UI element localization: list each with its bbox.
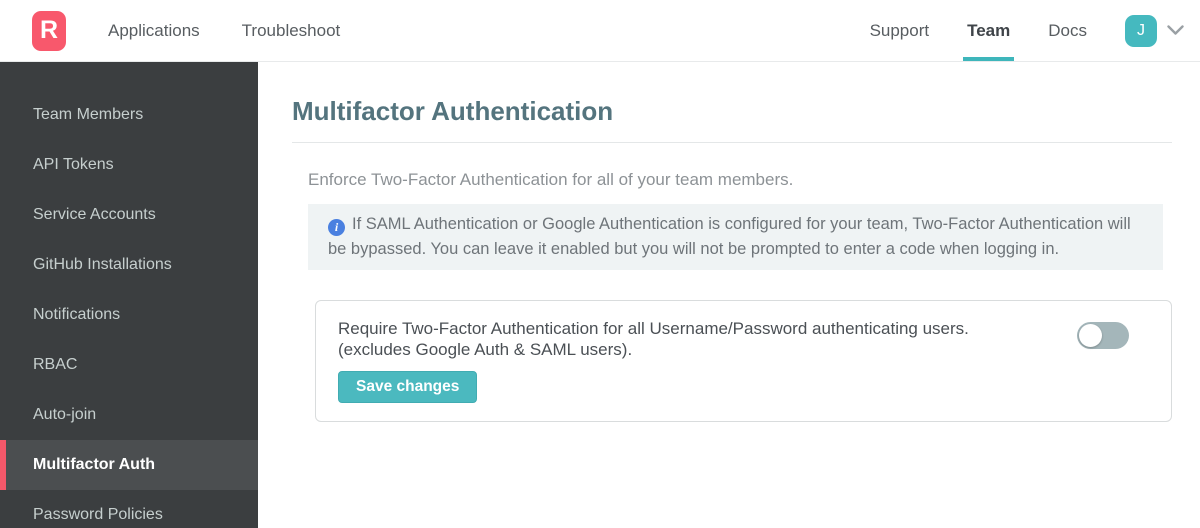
avatar-initial: J <box>1137 21 1145 39</box>
navbar-right-links: Support Team Docs J <box>870 0 1184 61</box>
saml-info-note: i If SAML Authentication or Google Authen… <box>308 204 1163 270</box>
toggle-knob <box>1079 324 1102 347</box>
sidebar-item-service-accounts[interactable]: Service Accounts <box>0 190 258 240</box>
sidebar-item-rbac[interactable]: RBAC <box>0 340 258 390</box>
require-2fa-toggle[interactable] <box>1077 322 1129 349</box>
sidebar-item-password-policies[interactable]: Password Policies <box>0 490 258 528</box>
nav-link-support[interactable]: Support <box>870 0 930 61</box>
title-divider <box>292 142 1172 143</box>
top-navbar: R Applications Troubleshoot Support Team… <box>0 0 1200 62</box>
sidebar-item-github-installations[interactable]: GitHub Installations <box>0 240 258 290</box>
sidebar-item-notifications[interactable]: Notifications <box>0 290 258 340</box>
logo-letter: R <box>39 16 59 44</box>
setting-label-line2: (excludes Google Auth & SAML users). <box>338 340 633 359</box>
save-changes-button[interactable]: Save changes <box>338 371 478 403</box>
info-icon: i <box>328 219 345 236</box>
team-settings-sidebar: Team Members API Tokens Service Accounts… <box>0 62 258 528</box>
sidebar-item-team-members[interactable]: Team Members <box>0 90 258 140</box>
info-note-text: If SAML Authentication or Google Authent… <box>328 215 1131 258</box>
rollbar-logo[interactable]: R <box>32 10 66 51</box>
user-menu[interactable]: J <box>1125 0 1184 61</box>
navbar-left-links: Applications Troubleshoot <box>108 21 340 41</box>
avatar: J <box>1125 14 1157 47</box>
setting-label: Require Two-Factor Authentication for al… <box>338 318 1077 360</box>
page-description: Enforce Two-Factor Authentication for al… <box>308 170 794 189</box>
setting-label-line1: Require Two-Factor Authentication for al… <box>338 319 969 338</box>
sidebar-item-auto-join[interactable]: Auto-join <box>0 390 258 440</box>
main-content: Multifactor Authentication Enforce Two-F… <box>258 62 1200 528</box>
chevron-down-icon <box>1167 25 1184 36</box>
page-title: Multifactor Authentication <box>292 96 614 126</box>
sidebar-item-api-tokens[interactable]: API Tokens <box>0 140 258 190</box>
setting-row: Require Two-Factor Authentication for al… <box>338 318 1149 360</box>
nav-link-docs[interactable]: Docs <box>1048 0 1087 61</box>
nav-link-applications[interactable]: Applications <box>108 21 200 41</box>
nav-link-team[interactable]: Team <box>963 0 1015 61</box>
require-2fa-setting-card: Require Two-Factor Authentication for al… <box>315 300 1172 422</box>
nav-link-troubleshoot[interactable]: Troubleshoot <box>242 21 341 41</box>
sidebar-item-multifactor-auth[interactable]: Multifactor Auth <box>0 440 258 490</box>
